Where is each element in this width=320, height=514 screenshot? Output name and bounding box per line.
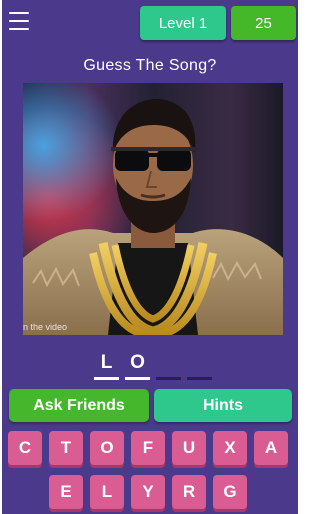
letter-key[interactable]: T	[49, 431, 83, 465]
singer-photo	[23, 83, 283, 335]
menu-bar	[9, 20, 29, 22]
answer-slot[interactable]: L	[94, 352, 119, 380]
song-clue-image: n the video	[23, 83, 283, 335]
letter-key[interactable]: G	[213, 475, 247, 509]
letter-keys-row-2: E L Y R G	[49, 475, 247, 509]
game-screen: Level 1 25 Guess The Song? n the video L…	[2, 0, 298, 514]
letter-key[interactable]: C	[8, 431, 42, 465]
ask-friends-button[interactable]: Ask Friends	[9, 389, 149, 422]
letter-key[interactable]: X	[213, 431, 247, 465]
answer-slot[interactable]	[187, 352, 212, 380]
letter-key[interactable]: F	[131, 431, 165, 465]
letter-key[interactable]: E	[49, 475, 83, 509]
letter-keys-row-1: C T O F U X A	[8, 431, 288, 465]
letter-key[interactable]: Y	[131, 475, 165, 509]
menu-bar	[9, 28, 29, 30]
letter-key[interactable]: O	[90, 431, 124, 465]
level-badge: Level 1	[140, 6, 226, 40]
hamburger-menu-icon[interactable]	[9, 12, 29, 30]
letter-key[interactable]: A	[254, 431, 288, 465]
letter-key[interactable]: U	[172, 431, 206, 465]
letter-key[interactable]: R	[172, 475, 206, 509]
answer-slot[interactable]: O	[125, 352, 150, 380]
menu-bar	[9, 12, 29, 14]
hints-button[interactable]: Hints	[154, 389, 292, 422]
question-text: Guess The Song?	[83, 57, 217, 74]
letter-key[interactable]: L	[90, 475, 124, 509]
answer-slots: L O	[94, 352, 212, 380]
score-badge: 25	[231, 6, 296, 40]
image-caption: n the video	[23, 322, 68, 332]
answer-slot[interactable]	[156, 352, 181, 380]
